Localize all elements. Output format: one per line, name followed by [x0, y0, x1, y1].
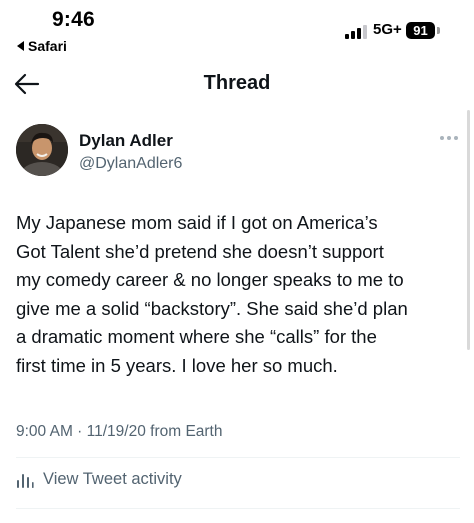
back-to-safari-button[interactable]: Safari — [17, 38, 67, 54]
cellular-signal-icon — [345, 25, 367, 39]
status-time: 9:46 — [52, 8, 95, 31]
author-name[interactable]: Dylan Adler — [79, 131, 173, 151]
back-app-label: Safari — [28, 38, 67, 54]
author-handle[interactable]: @DylanAdler6 — [79, 155, 182, 173]
view-tweet-activity-button[interactable]: View Tweet activity — [16, 470, 182, 489]
divider — [16, 457, 460, 458]
avatar[interactable] — [16, 124, 68, 176]
more-horizontal-icon[interactable] — [440, 136, 458, 140]
bar-chart-icon — [17, 473, 34, 488]
status-bar: 9:46 Safari 5G+ 91 — [0, 0, 474, 62]
back-triangle-icon — [17, 41, 24, 51]
battery-icon: 91 — [406, 22, 435, 39]
nav-bar: Thread — [0, 62, 474, 108]
battery-cap-icon — [437, 27, 440, 34]
network-type: 5G+ — [373, 21, 402, 38]
tweet-text: My Japanese mom said if I got on America… — [16, 212, 408, 376]
avatar-photo-icon — [16, 124, 68, 176]
activity-label: View Tweet activity — [43, 470, 182, 488]
divider — [16, 508, 460, 509]
tweet-meta: 9:00 AM · 11/19/20 from Earth — [16, 423, 223, 440]
page-title: Thread — [203, 72, 271, 94]
